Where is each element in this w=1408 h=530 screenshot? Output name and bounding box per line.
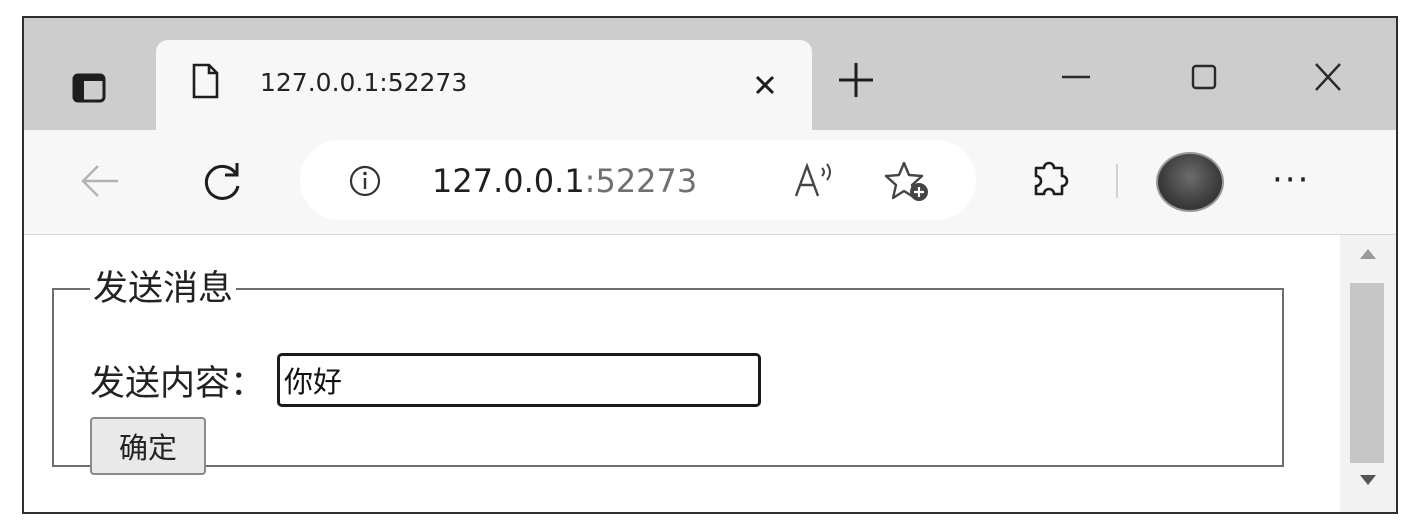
- toolbar-divider: [1116, 164, 1118, 198]
- star-add-icon[interactable]: [884, 160, 932, 204]
- toolbar: 127.0.0.1:52273 ···: [24, 130, 1396, 235]
- read-aloud-icon[interactable]: [792, 160, 840, 202]
- tab-actions-icon: [72, 73, 106, 103]
- scroll-down-arrow-icon[interactable]: [1358, 473, 1378, 487]
- info-icon[interactable]: [348, 164, 382, 198]
- plus-icon[interactable]: [836, 60, 876, 100]
- fieldset-legend: 发送消息: [93, 269, 234, 309]
- tab-actions-button[interactable]: [64, 68, 114, 108]
- url-host: 127.0.0.1: [432, 162, 585, 200]
- message-row: 发送内容：: [90, 353, 762, 407]
- page-icon: [192, 63, 219, 99]
- scroll-thumb[interactable]: [1350, 283, 1384, 463]
- address-bar[interactable]: 127.0.0.1:52273: [300, 140, 976, 220]
- browser-window: 127.0.0.1:52273 127.0.0.1:52273 ··· 发送消息…: [22, 16, 1398, 514]
- window-close-icon[interactable]: [1312, 62, 1344, 92]
- minimize-icon[interactable]: [1058, 62, 1094, 92]
- avatar[interactable]: [1156, 152, 1224, 212]
- arrow-left-icon[interactable]: [78, 158, 124, 204]
- message-input[interactable]: [277, 353, 762, 407]
- vertical-scrollbar[interactable]: [1340, 235, 1396, 512]
- message-fieldset: 发送消息 发送内容： 确定: [52, 269, 1284, 475]
- url-port: :52273: [584, 162, 698, 200]
- reload-icon[interactable]: [198, 158, 246, 206]
- message-label: 发送内容：: [90, 363, 266, 404]
- url-text[interactable]: 127.0.0.1:52273: [432, 162, 697, 200]
- puzzle-icon[interactable]: [1028, 154, 1072, 198]
- tab-title: 127.0.0.1:52273: [260, 68, 468, 97]
- submit-button[interactable]: 确定: [90, 417, 206, 475]
- maximize-icon[interactable]: [1188, 62, 1220, 92]
- title-bar: 127.0.0.1:52273: [24, 18, 1396, 132]
- close-icon[interactable]: [752, 72, 778, 98]
- more-options-button[interactable]: ···: [1272, 163, 1310, 197]
- page-content: 发送消息 发送内容： 确定: [24, 235, 1340, 512]
- scroll-up-arrow-icon[interactable]: [1358, 247, 1378, 261]
- browser-tab[interactable]: 127.0.0.1:52273: [156, 40, 812, 132]
